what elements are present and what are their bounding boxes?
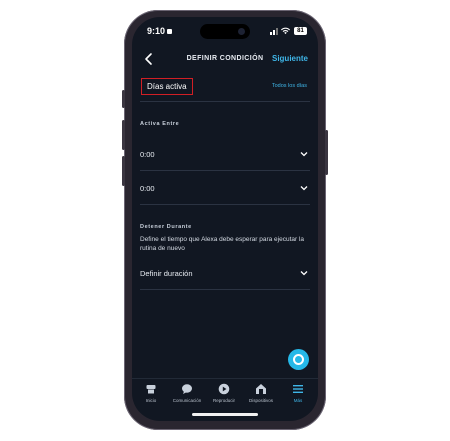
- devices-icon: [256, 384, 266, 394]
- home-indicator[interactable]: [192, 413, 258, 416]
- volume-up-button: [122, 120, 125, 150]
- divider: [140, 204, 310, 205]
- mute-switch: [122, 90, 125, 108]
- start-time-select[interactable]: 0:00: [140, 148, 310, 162]
- lock-icon: [167, 29, 173, 35]
- tab-label: Inicio: [145, 398, 157, 403]
- volume-down-button: [122, 156, 125, 186]
- active-days-row[interactable]: Días activa Todos los días: [137, 77, 307, 95]
- duration-select-label: Definir duración: [140, 269, 193, 278]
- duration-select[interactable]: Definir duración: [140, 267, 310, 281]
- status-bar: 9:10 81: [132, 26, 318, 38]
- menu-icon: [293, 385, 303, 393]
- home-icon: [146, 385, 156, 394]
- status-time: 9:10: [147, 26, 173, 36]
- status-time-text: 9:10: [147, 26, 166, 36]
- chat-bubble-icon: [182, 384, 192, 394]
- tab-label: Dispositivos: [248, 398, 273, 403]
- tab-dispositivos[interactable]: Dispositivos: [243, 383, 279, 403]
- tab-inicio[interactable]: Inicio: [133, 383, 169, 403]
- tab-label: Comunicación: [172, 398, 202, 403]
- tab-label: Más: [293, 398, 303, 403]
- wifi-icon: [281, 27, 290, 35]
- tab-mas[interactable]: Más: [280, 383, 316, 403]
- active-days-label: Días activa: [141, 78, 193, 95]
- alexa-ring-icon: [293, 354, 304, 365]
- signal-icon: [270, 28, 278, 35]
- divider: [140, 170, 310, 171]
- alexa-button[interactable]: [288, 349, 309, 370]
- chevron-down-icon: [300, 152, 308, 157]
- tab-comunicacion[interactable]: Comunicación: [169, 383, 205, 403]
- tab-label: Reproducir: [212, 398, 235, 403]
- start-time-value: 0:00: [140, 150, 155, 159]
- stop-during-description: Define el tiempo que Alexa debe esperar …: [140, 236, 305, 252]
- tab-reproducir[interactable]: Reproducir: [206, 383, 242, 403]
- battery-icon: 81: [294, 27, 307, 35]
- chevron-down-icon: [300, 271, 308, 276]
- tab-bar: Inicio Comunicación Reproducir Dispositi…: [132, 378, 318, 409]
- stop-during-title: Detener Durante: [140, 224, 192, 230]
- power-button: [325, 130, 328, 175]
- nav-bar: DEFINIR CONDICIÓN Siguiente: [132, 52, 318, 66]
- end-time-select[interactable]: 0:00: [140, 182, 310, 196]
- end-time-value: 0:00: [140, 184, 155, 193]
- divider: [140, 289, 310, 290]
- next-button[interactable]: Siguiente: [272, 54, 308, 63]
- all-days-link[interactable]: Todos los días: [272, 83, 307, 89]
- play-icon: [218, 383, 230, 395]
- active-between-title: Activa Entre: [140, 121, 180, 127]
- app-screen: 9:10 81 DEFINIR CONDICIÓN Siguiente Días…: [132, 17, 318, 421]
- divider: [140, 101, 310, 102]
- chevron-down-icon: [300, 186, 308, 191]
